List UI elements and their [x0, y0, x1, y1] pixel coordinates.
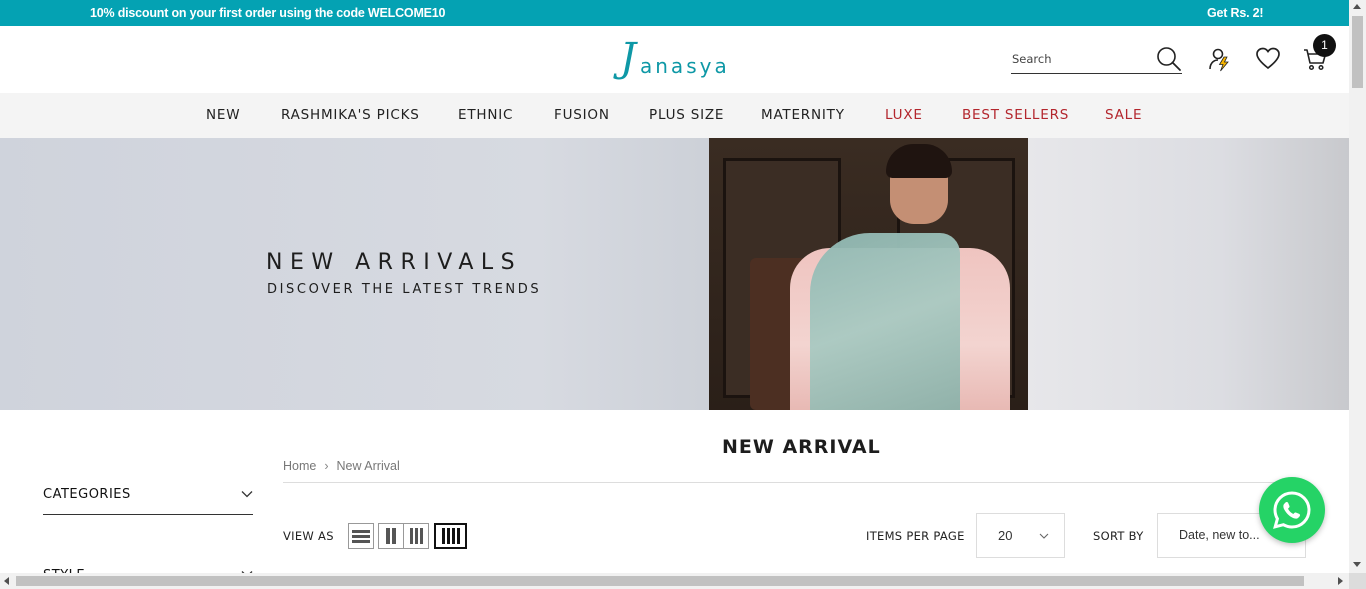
scroll-right-arrow-icon[interactable]: [1338, 577, 1343, 585]
sort-by-label: SORT BY: [1093, 529, 1144, 543]
announcement-bar: 10% discount on your first order using t…: [0, 0, 1349, 26]
banner-photo-wall: [1028, 138, 1349, 410]
announcement-text: 10% discount on your first order using t…: [90, 6, 446, 20]
chevron-down-icon: [241, 491, 253, 498]
scrollbar-corner: [1349, 573, 1366, 589]
scroll-down-arrow-icon[interactable]: [1353, 562, 1361, 567]
horizontal-scrollbar-thumb[interactable]: [16, 576, 1304, 586]
search-bar: [1011, 44, 1182, 74]
nav-item-plus-size[interactable]: PLUS SIZE: [649, 107, 724, 123]
page-title: NEW ARRIVAL: [722, 436, 881, 458]
nav-item-ethnic[interactable]: ETHNIC: [458, 107, 513, 123]
cart-count-badge: 1: [1313, 34, 1336, 57]
nav-item-maternity[interactable]: MATERNITY: [761, 107, 845, 123]
chevron-right-icon: ›: [324, 459, 329, 473]
heart-icon[interactable]: [1255, 46, 1281, 72]
breadcrumb: Home › New Arrival: [283, 459, 400, 473]
announcement-text-secondary: Get Rs. 2!: [1207, 6, 1263, 20]
vertical-scrollbar-thumb[interactable]: [1352, 16, 1363, 88]
view-list-button[interactable]: [348, 523, 374, 549]
view-4-columns-button[interactable]: [434, 523, 467, 549]
site-header: J anasya 1: [0, 26, 1349, 93]
breadcrumb-current: New Arrival: [336, 459, 400, 473]
filter-categories-label: CATEGORIES: [43, 487, 131, 502]
filter-categories[interactable]: CATEGORIES: [43, 486, 253, 515]
horizontal-scrollbar[interactable]: [0, 573, 1349, 589]
banner-subtitle: DISCOVER THE LATEST TRENDS: [267, 282, 542, 297]
logo-initial: J: [620, 35, 637, 81]
scroll-left-arrow-icon[interactable]: [4, 577, 9, 585]
view-2-columns-button[interactable]: [378, 523, 404, 549]
view-as-label: VIEW AS: [283, 529, 334, 543]
whatsapp-chat-button[interactable]: [1259, 477, 1325, 543]
vertical-scrollbar[interactable]: [1349, 0, 1366, 573]
flash-user-icon[interactable]: [1207, 46, 1233, 72]
chevron-down-icon: [1039, 533, 1049, 539]
nav-item-luxe[interactable]: LUXE: [885, 107, 923, 123]
logo-wordmark: anasya: [640, 54, 730, 78]
banner-title: NEW ARRIVALS: [266, 250, 523, 275]
whatsapp-icon: [1273, 491, 1311, 529]
items-per-page-select[interactable]: 20: [976, 513, 1065, 558]
view-3-columns-button[interactable]: [403, 523, 429, 549]
nav-item-new[interactable]: NEW: [206, 107, 240, 123]
divider: [283, 482, 1306, 483]
banner-photo-dupatta: [810, 233, 960, 410]
items-per-page-value: 20: [998, 528, 1013, 543]
breadcrumb-home[interactable]: Home: [283, 459, 316, 473]
items-per-page-label: ITEMS PER PAGE: [866, 529, 965, 543]
sort-by-value: Date, new to...: [1179, 528, 1260, 542]
hero-banner[interactable]: NEW ARRIVALS DISCOVER THE LATEST TRENDS: [0, 138, 1349, 410]
scroll-up-arrow-icon[interactable]: [1353, 4, 1361, 9]
brand-logo[interactable]: J anasya: [620, 36, 735, 80]
search-icon[interactable]: [1156, 46, 1182, 72]
search-input[interactable]: [1012, 50, 1147, 68]
main-nav: NEW RASHMIKA'S PICKS ETHNIC FUSION PLUS …: [0, 93, 1349, 138]
nav-item-rashmikas-picks[interactable]: RASHMIKA'S PICKS: [281, 107, 420, 123]
nav-item-fusion[interactable]: FUSION: [554, 107, 610, 123]
nav-item-best-sellers[interactable]: BEST SELLERS: [962, 107, 1069, 123]
page: 10% discount on your first order using t…: [0, 0, 1366, 589]
nav-item-sale[interactable]: SALE: [1105, 107, 1142, 123]
